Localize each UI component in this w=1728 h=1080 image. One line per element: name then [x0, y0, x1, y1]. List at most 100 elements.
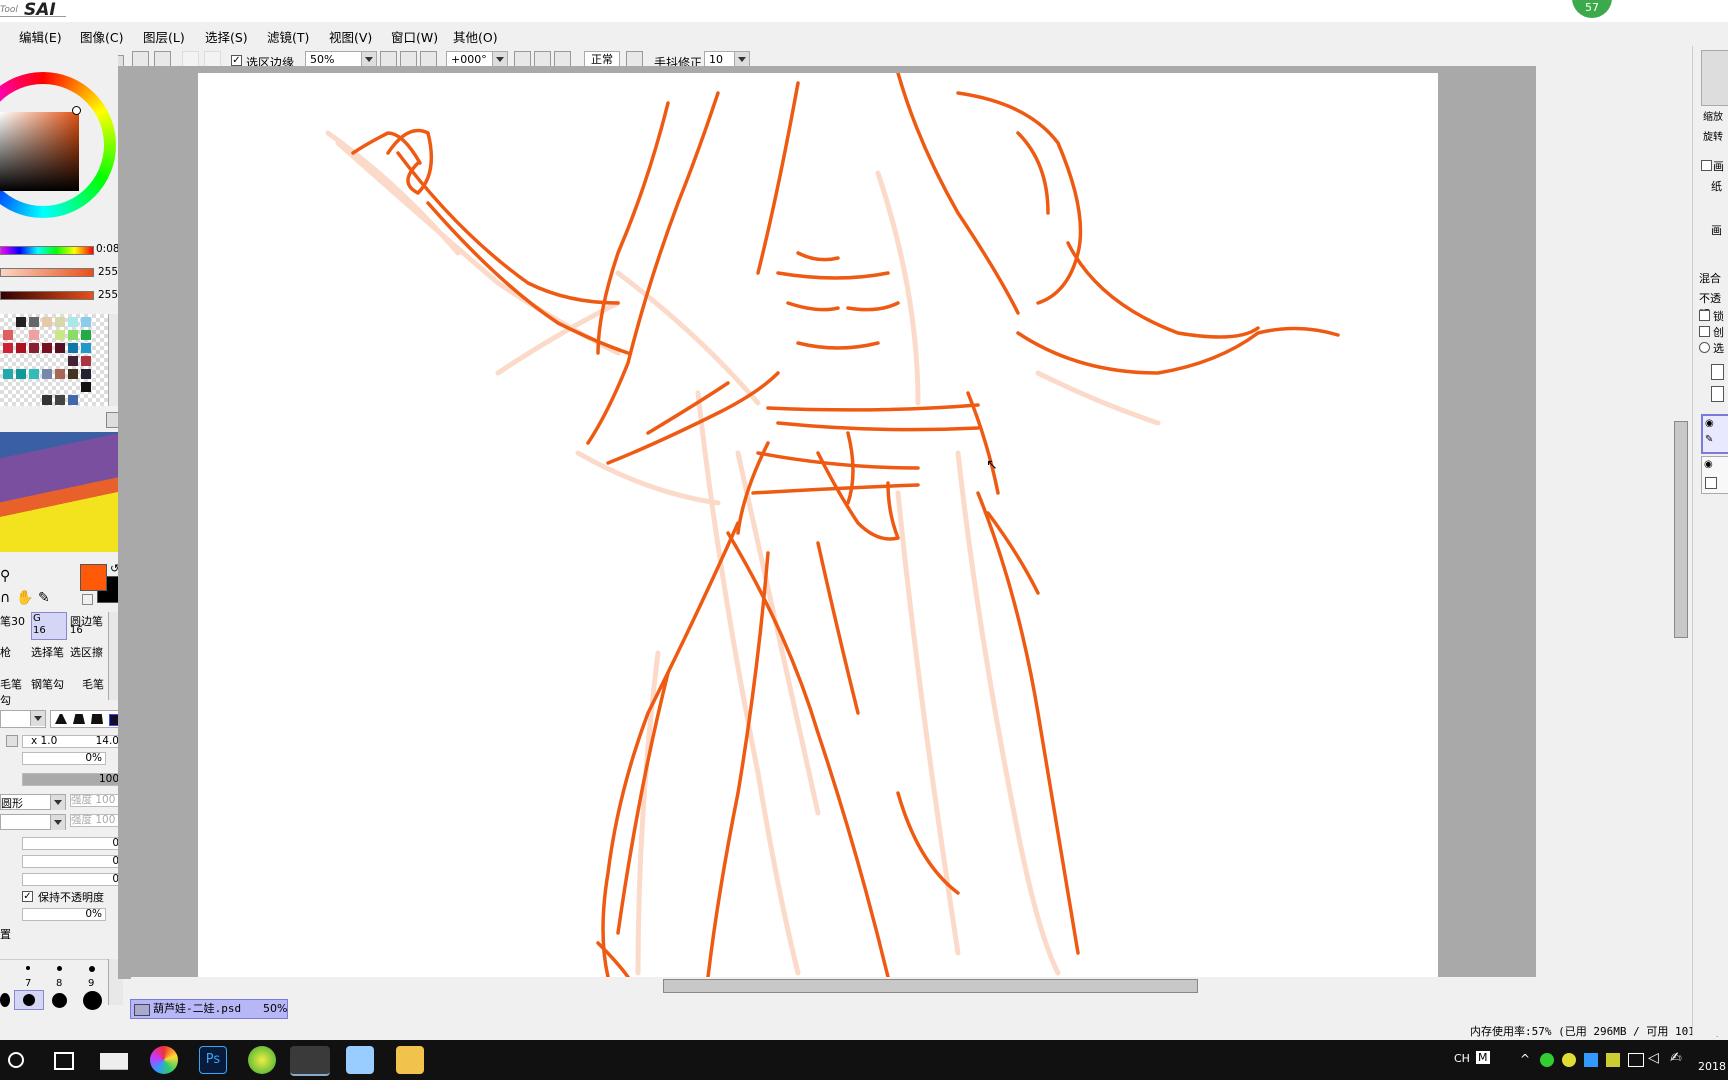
brush-slot-5[interactable]: 选择笔: [31, 644, 69, 672]
menu-image[interactable]: 图像(C): [80, 27, 123, 46]
browser-icon[interactable]: [248, 1046, 276, 1074]
menu-other[interactable]: 其他(O): [453, 27, 498, 46]
tray-app-icon[interactable]: [1562, 1053, 1576, 1067]
horizontal-scrollbar[interactable]: [131, 977, 1672, 993]
notification-badge[interactable]: 57: [1572, 0, 1612, 18]
vertical-scroll-thumb[interactable]: [1674, 421, 1688, 638]
new-linework-layer-icon[interactable]: [1711, 386, 1724, 402]
blending-field[interactable]: 0: [22, 837, 123, 850]
menu-view[interactable]: 视图(V): [329, 27, 372, 46]
vertical-scrollbar[interactable]: [1672, 73, 1688, 978]
navigator-preview[interactable]: [1701, 50, 1728, 106]
deselect-icon[interactable]: [182, 51, 199, 67]
bluetooth-icon[interactable]: [1584, 1053, 1598, 1067]
menu-window[interactable]: 窗口(W): [391, 27, 438, 46]
brush-texture-select[interactable]: [0, 814, 66, 830]
layer-row-active[interactable]: ◉ ✎: [1701, 414, 1728, 454]
flip-icon[interactable]: [626, 51, 643, 67]
horizontal-scroll-thumb[interactable]: [663, 979, 1198, 993]
size-dot-icon[interactable]: [0, 993, 10, 1007]
saturation-slider[interactable]: [0, 268, 94, 277]
zoom-out-icon[interactable]: [380, 51, 397, 67]
tray-app-icon[interactable]: [1540, 1053, 1554, 1067]
collapse-icon[interactable]: [1701, 160, 1712, 171]
size-dot-icon[interactable]: [26, 966, 30, 970]
invert-selection-icon[interactable]: [204, 51, 221, 67]
brush-shape-select[interactable]: 圆形: [0, 794, 66, 810]
brush-slot-6[interactable]: 选区擦: [70, 644, 108, 672]
value-slider[interactable]: [0, 291, 94, 300]
size-dot-icon[interactable]: [52, 993, 67, 1008]
size-dropdown-icon[interactable]: [6, 735, 18, 747]
ime-mode[interactable]: M: [1476, 1051, 1490, 1064]
brush-mode-select[interactable]: [0, 710, 46, 728]
size-dot-icon[interactable]: [57, 966, 62, 971]
zoom-in-icon[interactable]: [400, 51, 417, 67]
file-tab[interactable]: 葫芦娃-二娃.psd 50%: [130, 999, 288, 1019]
lasso-icon[interactable]: ∩: [0, 590, 10, 606]
tray-expand-icon[interactable]: ^: [1520, 1052, 1530, 1066]
brush-slot-8[interactable]: 钢笔勾: [31, 676, 69, 698]
magic-wand-icon[interactable]: ⚲: [0, 568, 10, 584]
anime-app-icon[interactable]: [346, 1046, 374, 1074]
scratchpad[interactable]: [0, 432, 125, 552]
layer-visibility-eye-icon[interactable]: ◉: [1705, 418, 1714, 429]
hue-slider[interactable]: [0, 246, 94, 255]
brush-slot-2[interactable]: G 16: [31, 612, 67, 640]
size-dot-selected[interactable]: [14, 990, 44, 1010]
brush-slot-9[interactable]: 毛笔: [70, 676, 108, 698]
dilution-field[interactable]: 0: [22, 855, 123, 868]
brush-slot-7[interactable]: 毛笔勾: [0, 676, 30, 707]
color-app-icon[interactable]: [150, 1046, 178, 1074]
menu-filter[interactable]: 滤镜(T): [267, 27, 309, 46]
drawing-canvas[interactable]: [198, 73, 1438, 977]
color-picker-handle[interactable]: [72, 106, 81, 115]
selection-edge-checkbox[interactable]: ✓: [231, 55, 242, 66]
size-dot-icon[interactable]: [89, 966, 95, 972]
size-dot-icon[interactable]: [83, 991, 102, 1010]
undo-icon[interactable]: [132, 51, 149, 67]
clip-checkbox[interactable]: [1699, 326, 1710, 337]
zoom-reset-icon[interactable]: [420, 51, 437, 67]
search-icon[interactable]: [8, 1052, 24, 1068]
mail-icon[interactable]: [100, 1053, 128, 1070]
rotate-right-icon[interactable]: [534, 51, 551, 67]
new-layer-icon[interactable]: [1711, 364, 1724, 380]
brush-slot-1[interactable]: 笔30: [0, 612, 30, 640]
eyedropper-icon[interactable]: ✎: [38, 590, 50, 606]
redo-icon[interactable]: [154, 51, 171, 67]
photoshop-icon[interactable]: Ps: [199, 1046, 227, 1074]
lock-checkbox[interactable]: [1699, 310, 1710, 321]
rotate-left-icon[interactable]: [514, 51, 531, 67]
swatch-palette[interactable]: [0, 314, 108, 406]
rotate-reset-icon[interactable]: [554, 51, 571, 67]
keep-opacity-field[interactable]: 0%: [22, 908, 106, 921]
volume-icon[interactable]: ◁: [1648, 1050, 1659, 1066]
file-explorer-icon[interactable]: [396, 1046, 424, 1074]
brush-edge-select[interactable]: [50, 710, 126, 728]
menu-edit[interactable]: 编辑(E): [19, 27, 62, 46]
layer-visibility-eye-icon[interactable]: ◉: [1704, 459, 1713, 470]
pen-icon[interactable]: ✍: [1670, 1050, 1682, 1066]
clock[interactable]: 2018: [1698, 1060, 1726, 1073]
ime-language[interactable]: CH: [1454, 1052, 1470, 1065]
tray-app-icon[interactable]: [1606, 1053, 1620, 1067]
menu-select[interactable]: 选择(S): [205, 27, 248, 46]
select-source-radio[interactable]: [1699, 342, 1710, 353]
primary-color-box[interactable]: [80, 564, 107, 591]
brush-slot-3[interactable]: 圆边笔 16: [70, 612, 108, 640]
brush-size-field[interactable]: x 1.0 14.0: [22, 735, 123, 748]
persistence-field[interactable]: 0: [22, 873, 123, 886]
menu-layer[interactable]: 图层(L): [143, 27, 185, 46]
brush-size-presets[interactable]: 7 8 9: [0, 959, 108, 1010]
hand-icon[interactable]: ✋: [16, 590, 33, 606]
brush-slot-4[interactable]: 枪: [0, 644, 30, 672]
layer-row[interactable]: ◉: [1701, 456, 1728, 494]
task-view-icon[interactable]: [54, 1052, 74, 1070]
reset-colors-icon[interactable]: [82, 594, 93, 605]
keep-opacity-checkbox[interactable]: ✓: [22, 891, 33, 902]
density-field[interactable]: 100: [22, 773, 123, 786]
color-square[interactable]: [0, 112, 79, 191]
min-size-field[interactable]: 0%: [22, 752, 106, 765]
sai-taskbar-icon[interactable]: [290, 1046, 330, 1076]
